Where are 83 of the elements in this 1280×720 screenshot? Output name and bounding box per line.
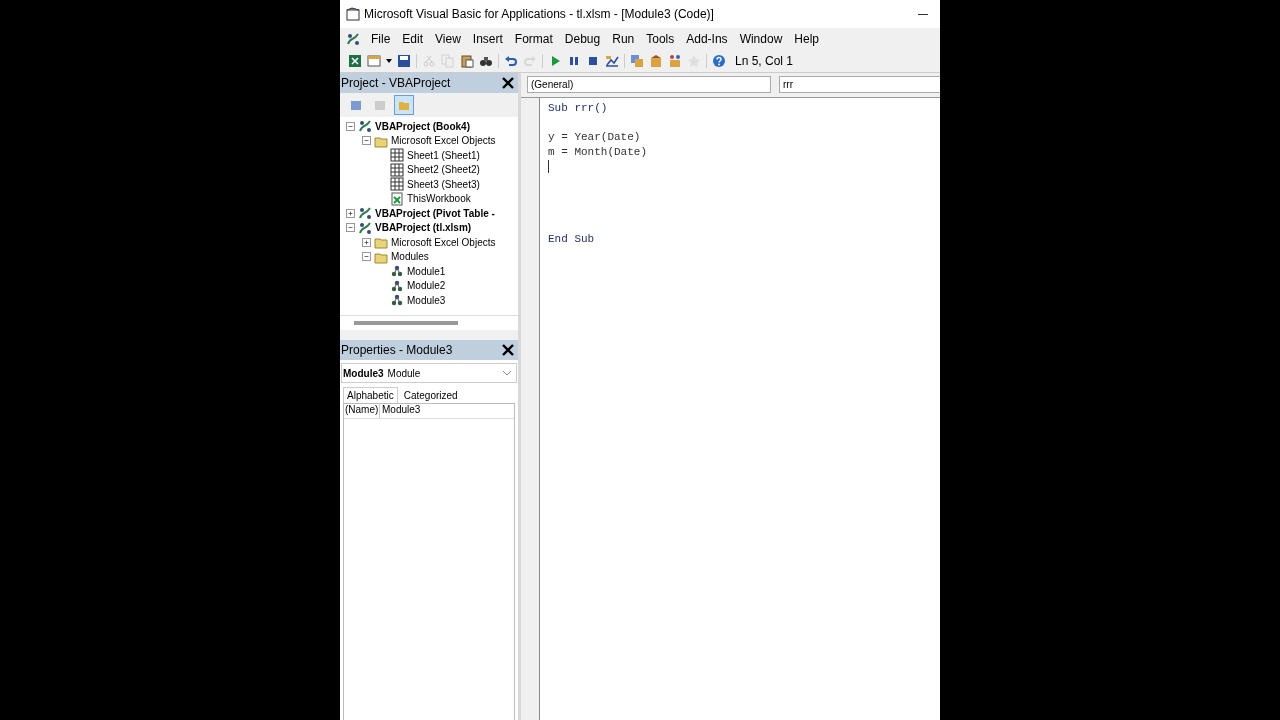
tree-item[interactable]: Microsoft Excel Objects xyxy=(391,135,496,147)
excel-icon[interactable] xyxy=(348,54,362,68)
minimize-button[interactable] xyxy=(918,13,928,15)
panel-title: Properties - Module3 xyxy=(341,343,453,357)
window-icon xyxy=(375,100,385,110)
object-browser-icon[interactable] xyxy=(668,54,682,68)
vba-icon xyxy=(346,32,360,46)
code-line: y = Year(Date) xyxy=(548,131,642,145)
menu-item[interactable]: Tools xyxy=(645,32,676,46)
code-line: m = Month(Date) xyxy=(548,145,648,160)
module-icon xyxy=(390,278,404,293)
pause-icon[interactable] xyxy=(567,54,581,68)
expand-toggle-icon[interactable] xyxy=(362,252,371,262)
tree-item[interactable]: Sheet1 (Sheet1) xyxy=(407,149,480,161)
object-combo[interactable]: (General) xyxy=(527,76,771,93)
windows-icon[interactable] xyxy=(630,54,644,68)
design-mode-icon[interactable] xyxy=(605,54,619,68)
close-icon[interactable] xyxy=(500,75,516,91)
tree-item[interactable]: VBAProject (Book4) xyxy=(375,120,470,132)
menu-item[interactable]: Window xyxy=(738,32,784,46)
module-icon xyxy=(390,264,404,279)
window-title: Microsoft Visual Basic for Applications - tl.xlsm - [Module3 (Code)] xyxy=(364,7,715,21)
expand-toggle-icon[interactable] xyxy=(346,208,355,218)
sheet-icon xyxy=(390,162,404,177)
save-icon[interactable] xyxy=(397,54,411,68)
menu-item[interactable]: Format xyxy=(513,32,554,46)
menu-item[interactable]: Run xyxy=(611,32,636,46)
folder-icon xyxy=(374,235,388,250)
sheet-icon xyxy=(390,177,404,192)
expand-toggle-icon[interactable] xyxy=(362,136,371,146)
undo-icon[interactable] xyxy=(504,54,518,68)
cursor-position: Ln 5, Col 1 xyxy=(735,54,794,68)
close-icon[interactable] xyxy=(500,342,516,358)
folder-icon xyxy=(399,100,409,110)
menu-item[interactable]: File xyxy=(370,32,392,46)
tree-item[interactable]: Sheet3 (Sheet3) xyxy=(407,178,480,190)
userform-icon[interactable] xyxy=(367,54,381,68)
expand-toggle-icon[interactable] xyxy=(362,237,371,247)
tree-item[interactable]: Module1 xyxy=(407,265,446,277)
menu-item[interactable]: Add-Ins xyxy=(685,32,729,46)
property-value[interactable]: Module3 xyxy=(380,404,421,418)
project-icon xyxy=(358,206,372,221)
menu-item[interactable]: Insert xyxy=(471,32,504,46)
help-icon[interactable] xyxy=(712,54,726,68)
tree-item[interactable]: Microsoft Excel Objects xyxy=(391,236,496,248)
project-icon xyxy=(358,119,372,134)
menu-item[interactable]: Help xyxy=(793,32,820,46)
tree-item[interactable]: VBAProject (Pivot Table - xyxy=(375,207,495,219)
binoculars-icon[interactable] xyxy=(479,54,493,68)
code-line: Sub rrr() xyxy=(548,102,609,116)
menu-item[interactable]: View xyxy=(434,32,462,46)
stop-icon[interactable] xyxy=(586,54,600,68)
module-icon xyxy=(390,293,404,308)
tab[interactable]: Categorized xyxy=(399,387,462,403)
object-type: Module xyxy=(387,367,421,379)
scrollbar-thumb[interactable] xyxy=(354,321,458,325)
tab[interactable]: Alphabetic xyxy=(343,387,398,403)
caret-icon[interactable] xyxy=(386,59,392,63)
chevron-down-icon xyxy=(502,370,512,376)
object-name: Module3 xyxy=(343,367,384,379)
workbook-icon xyxy=(390,191,404,206)
text-cursor xyxy=(548,160,549,173)
code-line: End Sub xyxy=(548,232,596,247)
menu-item[interactable]: Edit xyxy=(401,32,425,46)
app-icon xyxy=(346,7,360,21)
tree-item[interactable]: Module2 xyxy=(407,280,446,292)
expand-toggle-icon[interactable] xyxy=(346,121,355,131)
window-icon xyxy=(351,100,361,110)
panel-title: Project - VBAProject xyxy=(341,76,451,90)
tree-item[interactable]: Module3 xyxy=(407,294,446,306)
tree-item[interactable]: Modules xyxy=(391,251,429,263)
tree-item[interactable]: ThisWorkbook xyxy=(407,193,471,205)
procedure-combo[interactable]: rrr xyxy=(779,76,940,93)
project-icon xyxy=(358,220,372,235)
tree-item[interactable]: Sheet2 (Sheet2) xyxy=(407,164,480,176)
property-name: (Name) xyxy=(344,404,380,418)
tree-item[interactable]: VBAProject (tl.xlsm) xyxy=(375,222,472,234)
sheet-icon xyxy=(390,148,404,163)
paste-icon[interactable] xyxy=(460,54,474,68)
properties-icon[interactable] xyxy=(649,54,663,68)
object-dropdown[interactable]: Module3 Module xyxy=(341,363,517,383)
expand-toggle-icon[interactable] xyxy=(346,223,355,233)
menu-item[interactable]: Debug xyxy=(563,32,602,46)
